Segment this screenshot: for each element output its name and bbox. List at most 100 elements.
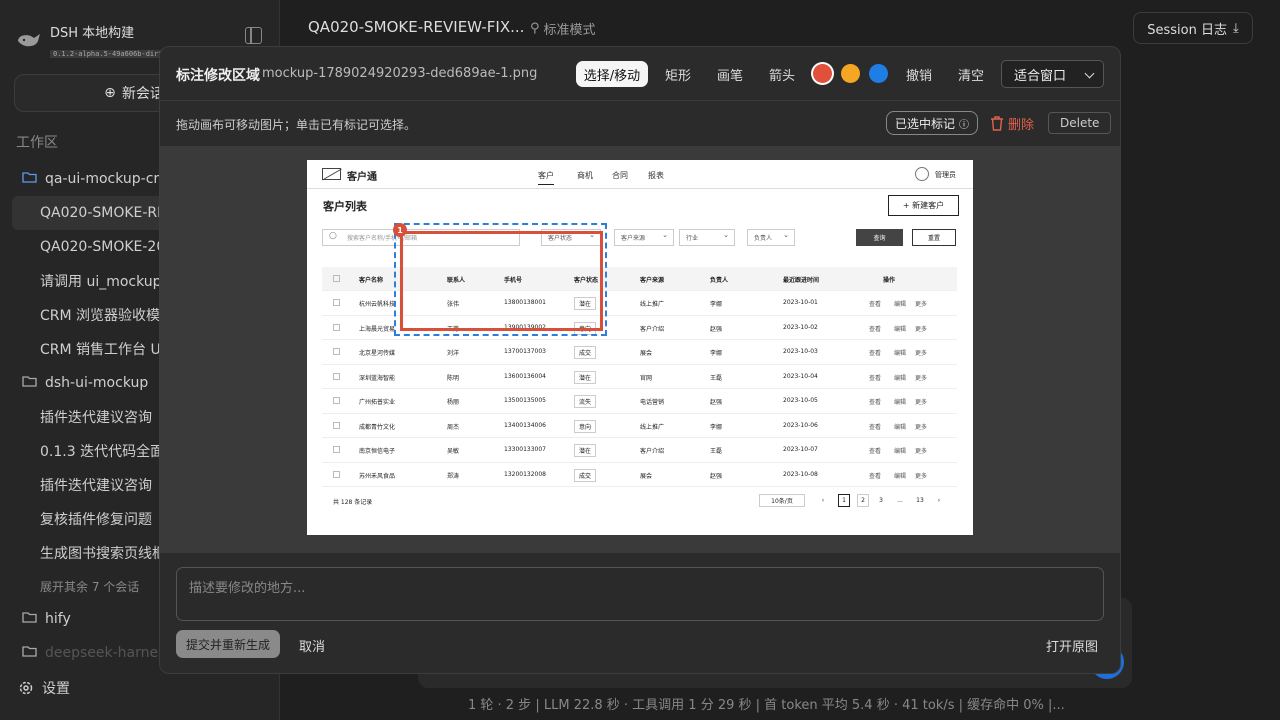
- mockup-cell: 13300133007: [504, 446, 546, 453]
- mockup-cell: 13200132008: [504, 470, 546, 478]
- mockup-query-button: 查询: [856, 229, 903, 246]
- annotation-number-badge[interactable]: 1: [393, 223, 407, 237]
- mode-indicator[interactable]: ⚲ 标准模式: [530, 19, 596, 38]
- mockup-cell: 郑涛: [447, 472, 460, 480]
- workspace-section-label: 工作区: [16, 135, 58, 151]
- brand: DSH 本地构建 0.1.2-alpha.5-49a606b-dirty: [16, 22, 170, 60]
- mockup-checkbox: [333, 299, 340, 306]
- mockup-table-row: 苏州禾风食品 郑涛 13200132008 成交 展会 赵强 2023-10-08 查看 编辑更…: [322, 463, 957, 487]
- mockup-page-ellipsis: ...: [897, 497, 903, 504]
- color-swatch-orange[interactable]: [841, 64, 860, 83]
- tool-rectangle[interactable]: 矩形: [658, 61, 698, 87]
- session-label: 生成图书搜索页线框: [40, 546, 166, 562]
- description-textarea[interactable]: 描述要修改的地方...: [176, 567, 1104, 621]
- mockup-checkbox: [333, 397, 340, 404]
- mockup-cell: 2023-10-07: [783, 446, 818, 453]
- mockup-checkbox: [333, 470, 340, 478]
- mockup-table-row: 成都青竹文化 周杰 13400134006 意向 线上推广 李娜 2023-10-06 查看 编…: [322, 414, 957, 438]
- mockup-cell: 2023-10-02: [783, 323, 818, 331]
- canvas-hint: 拖动画布可移动图片；单击已有标记可选择。: [176, 118, 417, 132]
- mockup-cell: 2023-10-06: [783, 421, 818, 429]
- submit-regenerate-button[interactable]: 提交并重新生成: [176, 630, 280, 658]
- mockup-cell: 2023-10-03: [783, 348, 818, 355]
- session-log-label: Session 日志: [1147, 22, 1227, 38]
- mockup-cell: 13700137003: [504, 348, 546, 355]
- tool-arrow[interactable]: 箭头: [762, 61, 802, 87]
- session-label: 插件迭代建议咨询: [40, 410, 152, 426]
- mockup-checkbox: [333, 446, 340, 453]
- settings-label: 设置: [42, 681, 70, 697]
- mockup-cell: 杨丽: [447, 399, 460, 406]
- mockup-image[interactable]: 客户通 客户 商机 合同 报表 管理员 客户列表 + 新建客户 ○ 搜索客户名称…: [307, 160, 973, 535]
- mockup-row-action: 编辑: [894, 423, 907, 431]
- file-name: mockup-1789024920293-ded689ae-1.png: [262, 66, 538, 81]
- mockup-cell: 潜在: [574, 370, 597, 384]
- mockup-cell: 13400134006: [504, 421, 546, 429]
- trash-icon: [991, 116, 1003, 131]
- mockup-cell: 北京星河传媒: [359, 350, 396, 357]
- session-log-button[interactable]: Session 日志 ⤓: [1133, 12, 1253, 44]
- mockup-nav-item: 客户: [538, 170, 554, 185]
- mockup-row-action: 查看: [869, 399, 882, 406]
- mockup-search-icon: ○: [329, 231, 337, 241]
- mockup-checkbox: [333, 372, 340, 380]
- settings-button[interactable]: 设置: [18, 678, 70, 698]
- mockup-cell: 李娜: [710, 301, 723, 308]
- plus-circle-icon: ⊕: [104, 85, 116, 101]
- folder-icon: [22, 171, 37, 187]
- mockup-cell: 上海晨光贸易: [359, 325, 396, 333]
- mockup-page: 3: [879, 497, 883, 504]
- mockup-table-row: 广州拓普实业 杨丽 13500135005 流失 电话营销 赵强 2023-10-05 查看 编…: [322, 389, 957, 414]
- mockup-page: 1: [838, 494, 850, 507]
- mockup-avatar-icon: [915, 167, 929, 181]
- delete-mark-button[interactable]: 删除: [990, 114, 1034, 133]
- color-swatch-red[interactable]: [813, 64, 832, 83]
- mockup-checkbox: [333, 275, 340, 282]
- tool-pen[interactable]: 画笔: [710, 61, 750, 87]
- mockup-cell: 杭州云帆科技: [359, 301, 396, 308]
- mockup-row-action: 更多: [915, 350, 928, 357]
- mockup-row-action: 查看: [869, 350, 882, 357]
- session-label: 展开其余 7 个会话: [40, 579, 140, 594]
- cancel-button[interactable]: 取消: [299, 636, 325, 655]
- mockup-cell: 刘洋: [447, 350, 460, 357]
- mockup-row-action: 更多: [915, 374, 928, 382]
- mockup-row-action: 更多: [915, 472, 928, 480]
- mockup-column-header: 操作: [883, 277, 896, 284]
- status-bar: 1 轮 · 2 步 | LLM 22.8 秒 · 工具调用 1 分 29 秒 |…: [468, 698, 1065, 713]
- delete-key-button[interactable]: Delete: [1048, 112, 1112, 134]
- session-label: 插件迭代建议咨询: [40, 478, 152, 494]
- modal-title: 标注修改区域: [176, 68, 260, 84]
- session-label: 0.1.3 迭代代码全面: [40, 444, 165, 460]
- fit-mode-select[interactable]: 适合窗口: [1001, 60, 1104, 88]
- tool-select-move[interactable]: 选择/移动: [576, 61, 648, 87]
- clear-button[interactable]: 清空: [952, 61, 990, 87]
- sidebar-toggle-icon[interactable]: [245, 27, 262, 44]
- mockup-reset-button: 重置: [912, 229, 956, 246]
- mockup-cell: 潜在: [574, 444, 597, 457]
- mockup-row-action: 查看: [869, 301, 882, 308]
- open-original-button[interactable]: 打开原图: [1046, 636, 1098, 655]
- session-label: dsh-ui-mockup: [45, 375, 149, 391]
- mockup-cell: 李娜: [710, 350, 723, 357]
- mockup-cell: 13600136004: [504, 372, 546, 380]
- color-swatch-blue[interactable]: [869, 64, 888, 83]
- mockup-new-button: + 新建客户: [888, 195, 959, 216]
- brand-title: DSH 本地构建: [50, 26, 135, 41]
- mockup-cell: 成都青竹文化: [359, 423, 396, 431]
- mockup-cell: 客户介绍: [640, 325, 665, 333]
- mockup-row-action: 更多: [915, 448, 928, 455]
- mockup-cell: 2023-10-01: [783, 299, 818, 306]
- undo-button[interactable]: 撤销: [900, 61, 938, 87]
- mockup-cell: 南京恒信电子: [359, 448, 396, 455]
- folder-icon: [22, 611, 37, 627]
- mockup-cell: 陈明: [447, 374, 460, 382]
- mockup-page: 13: [916, 497, 924, 504]
- session-label: CRM 浏览器验收模: [40, 308, 161, 324]
- selected-mark-badge: 已选中标记 ⓘ: [886, 111, 979, 135]
- mockup-cell: 深圳蓝海智能: [359, 374, 396, 382]
- brand-version: 0.1.2-alpha.5-49a606b-dirty: [50, 50, 170, 58]
- mockup-cell: 成交: [574, 468, 597, 482]
- annotation-rectangle[interactable]: [400, 231, 603, 331]
- mockup-row-action: 更多: [915, 325, 928, 333]
